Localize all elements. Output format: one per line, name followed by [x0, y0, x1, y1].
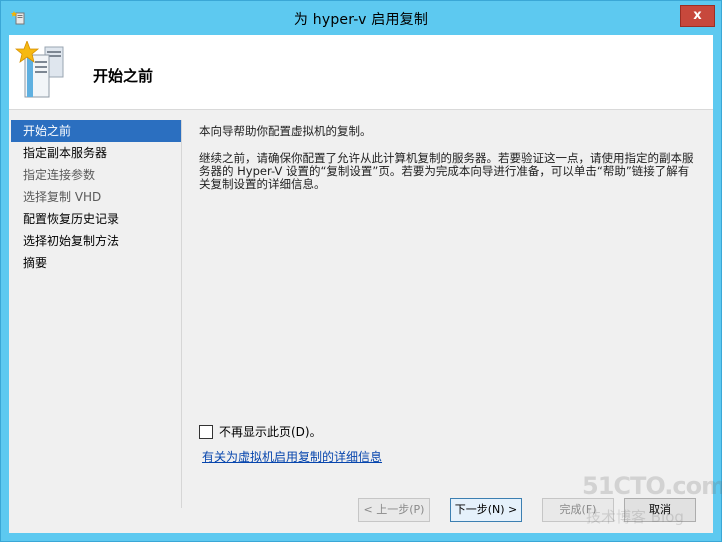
nav-step-choose-vhd[interactable]: 选择复制 VHD: [9, 186, 181, 208]
body-text: 继续之前，请确保你配置了允许从此计算机复制的服务器。若要验证这一点，请使用指定的…: [199, 151, 694, 191]
page-title: 开始之前: [93, 67, 154, 85]
dont-show-label[interactable]: 不再显示此页(D)。: [219, 423, 322, 440]
nav-step-replica-server[interactable]: 指定副本服务器: [9, 142, 181, 164]
nav-step-before-you-begin[interactable]: 开始之前: [11, 120, 181, 142]
wizard-header: 开始之前: [9, 35, 713, 110]
finish-button[interactable]: 完成(F): [542, 498, 614, 522]
next-button[interactable]: 下一步(N) >: [450, 498, 522, 522]
nav-step-initial-replication[interactable]: 选择初始复制方法: [9, 230, 181, 252]
help-link[interactable]: 有关为虚拟机启用复制的详细信息: [202, 448, 382, 465]
wizard-content: 本向导帮助你配置虚拟机的复制。 继续之前，请确保你配置了允许从此计算机复制的服务…: [199, 125, 699, 205]
nav-step-summary[interactable]: 摘要: [9, 252, 181, 274]
cancel-button[interactable]: 取消: [624, 498, 696, 522]
title-bar[interactable]: 为 hyper-v 启用复制 x: [1, 1, 721, 35]
nav-step-recovery-history[interactable]: 配置恢复历史记录: [9, 208, 181, 230]
wizard-client-area: 开始之前 开始之前 指定副本服务器 指定连接参数 选择复制 VHD 配置恢复历史…: [9, 35, 713, 533]
wizard-step-nav: 开始之前 指定副本服务器 指定连接参数 选择复制 VHD 配置恢复历史记录 选择…: [9, 120, 182, 508]
server-star-icon: [14, 39, 71, 101]
dont-show-checkbox[interactable]: [199, 424, 213, 439]
nav-step-connection-parameters[interactable]: 指定连接参数: [9, 164, 181, 186]
dont-show-row[interactable]: 不再显示此页(D)。: [199, 423, 322, 440]
wizard-window: 为 hyper-v 启用复制 x 开始之前 开始之前 指定副本服务器 指定连接参…: [0, 0, 722, 542]
close-button[interactable]: x: [680, 5, 715, 27]
window-title: 为 hyper-v 启用复制: [293, 12, 429, 28]
previous-button[interactable]: < 上一步(P): [358, 498, 430, 522]
wizard-footer: < 上一步(P) 下一步(N) > 完成(F) 取消: [9, 489, 713, 533]
intro-text: 本向导帮助你配置虚拟机的复制。: [199, 124, 372, 138]
